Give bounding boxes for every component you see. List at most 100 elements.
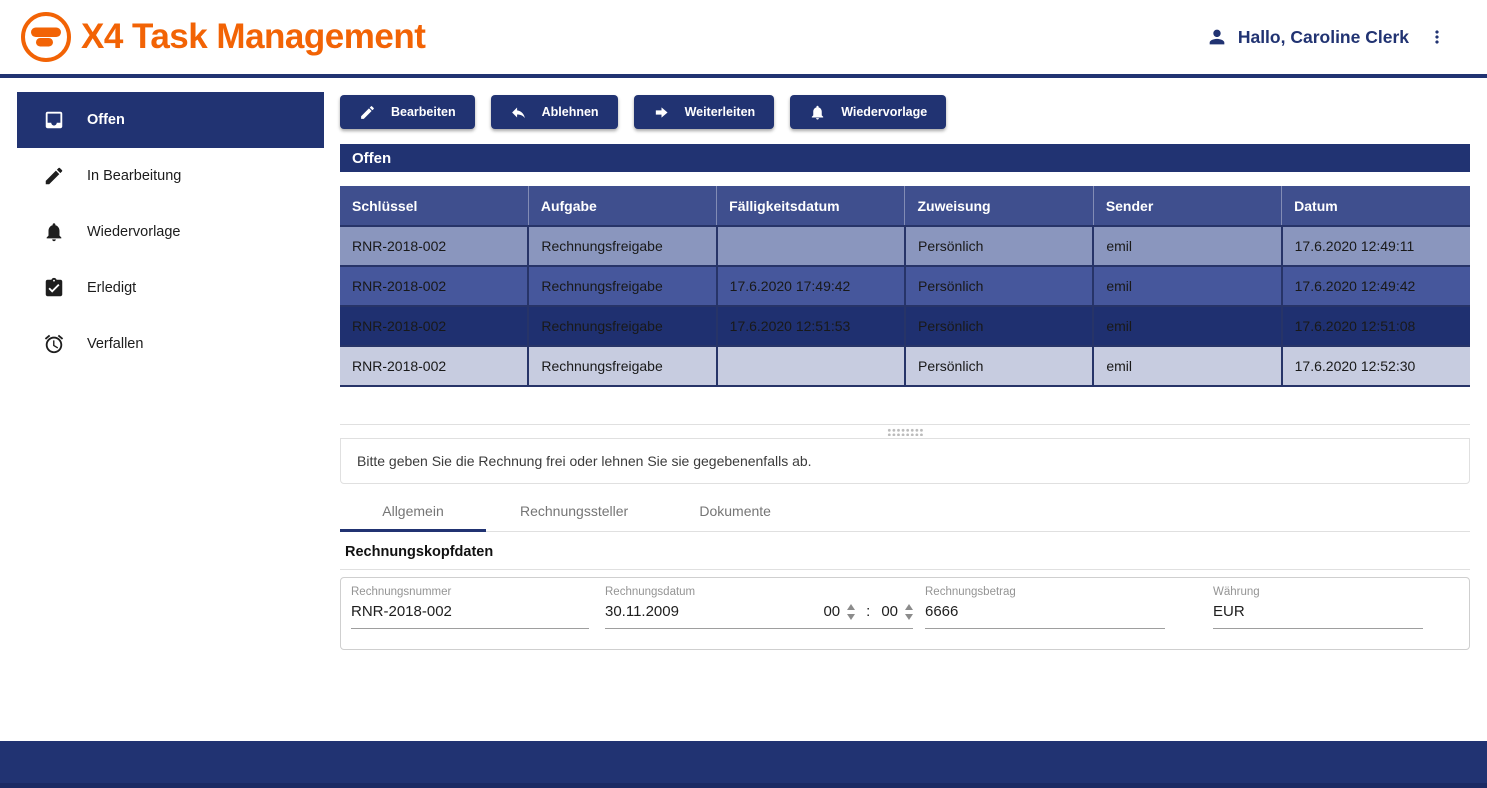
invoice-hour-input[interactable]: 00 (823, 603, 840, 620)
invoice-amount-input[interactable]: 6666 (925, 603, 958, 620)
task-list-title: Offen (340, 144, 1470, 172)
button-label: Ablehnen (542, 105, 599, 119)
invoice-minute-input[interactable]: 00 (881, 603, 898, 620)
column-header-aufgabe[interactable]: Aufgabe (528, 186, 716, 226)
minute-step-down-icon[interactable] (905, 614, 913, 620)
hour-step-down-icon[interactable] (847, 614, 855, 620)
alarm-clock-icon (43, 333, 65, 355)
table-cell: RNR-2018-002 (340, 346, 528, 386)
table-cell: Persönlich (905, 306, 1093, 346)
ablehnen-button[interactable]: Ablehnen (491, 95, 618, 129)
table-cell: RNR-2018-002 (340, 226, 528, 266)
button-label: Bearbeiten (391, 105, 456, 119)
sidebar-item-in-bearbeitung[interactable]: In Bearbeitung (17, 148, 324, 204)
user-greeting: Hallo, Caroline Clerk (1238, 27, 1409, 48)
brand: X4 Task Management (20, 11, 425, 63)
minute-step-up-icon[interactable] (905, 604, 913, 610)
table-header-row: SchlüsselAufgabeFälligkeitsdatumZuweisun… (340, 186, 1470, 226)
table-cell (717, 226, 905, 266)
app-header: X4 Task Management Hallo, Caroline Clerk (0, 0, 1487, 74)
table-cell: 17.6.2020 12:49:11 (1282, 226, 1470, 266)
main-content: Bearbeiten Ablehnen Weiterleiten Wiedervorl… (340, 78, 1470, 741)
currency-input[interactable]: EUR (1213, 603, 1245, 620)
sidebar-item-verfallen[interactable]: Verfallen (17, 316, 324, 372)
tab-rechnungssteller[interactable]: Rechnungssteller (486, 492, 662, 532)
invoice-date-field: Rechnungsdatum 30.11.2009 00 : 00 (605, 586, 913, 629)
pencil-icon (43, 165, 65, 187)
user-area: Hallo, Caroline Clerk (1206, 26, 1447, 48)
invoice-date-label: Rechnungsdatum (605, 586, 913, 603)
button-label: Weiterleiten (685, 105, 756, 119)
button-label: Wiedervorlage (841, 105, 927, 119)
tab-dokumente[interactable]: Dokumente (662, 492, 808, 532)
hour-step-up-icon[interactable] (847, 604, 855, 610)
weiterleiten-button[interactable]: Weiterleiten (634, 95, 775, 129)
column-header-zuweisung[interactable]: Zuweisung (905, 186, 1093, 226)
invoice-number-input[interactable]: RNR-2018-002 (351, 603, 452, 620)
sidebar: Offen In Bearbeitung Wiedervorlage Erledigt… (0, 78, 324, 741)
forward-arrow-icon (653, 104, 670, 121)
task-table: SchlüsselAufgabeFälligkeitsdatumZuweisun… (340, 186, 1470, 387)
sidebar-item-label: In Bearbeitung (87, 168, 181, 184)
bell-icon (43, 221, 65, 243)
currency-field: Währung EUR (1213, 586, 1423, 629)
tab-allgemein[interactable]: Allgemein (340, 492, 486, 532)
table-cell: 17.6.2020 12:51:08 (1282, 306, 1470, 346)
toolbar: Bearbeiten Ablehnen Weiterleiten Wiedervorl… (340, 95, 1470, 129)
table-cell: emil (1093, 346, 1281, 386)
invoice-amount-field: Rechnungsbetrag 6666 (925, 586, 1165, 629)
table-cell: Rechnungsfreigabe (528, 346, 716, 386)
app-logo-icon (20, 11, 72, 63)
task-row[interactable]: RNR-2018-002Rechnungsfreigabe17.6.2020 1… (340, 266, 1470, 306)
invoice-number-field: Rechnungsnummer RNR-2018-002 (351, 586, 589, 629)
sidebar-item-wiedervorlage[interactable]: Wiedervorlage (17, 204, 324, 260)
table-cell: 17.6.2020 17:49:42 (717, 266, 905, 306)
invoice-amount-label: Rechnungsbetrag (925, 586, 1165, 603)
table-cell: RNR-2018-002 (340, 266, 528, 306)
column-header-datum[interactable]: Datum (1282, 186, 1470, 226)
hour-stepper[interactable] (847, 604, 855, 620)
table-cell: Rechnungsfreigabe (528, 266, 716, 306)
table-cell: Rechnungsfreigabe (528, 226, 716, 266)
pencil-icon (359, 104, 376, 121)
table-cell: Rechnungsfreigabe (528, 306, 716, 346)
table-cell: emil (1093, 226, 1281, 266)
message-text: Bitte geben Sie die Rechnung frei oder l… (357, 453, 812, 469)
table-cell: 17.6.2020 12:49:42 (1282, 266, 1470, 306)
section-rule (340, 569, 1470, 570)
reply-arrow-icon (510, 104, 527, 121)
table-cell: emil (1093, 266, 1281, 306)
splitter-handle[interactable] (340, 424, 1470, 438)
table-cell: 17.6.2020 12:52:30 (1282, 346, 1470, 386)
app-window: X4 Task Management Hallo, Caroline Clerk… (0, 0, 1487, 788)
wiedervorlage-button[interactable]: Wiedervorlage (790, 95, 946, 129)
sidebar-item-label: Wiedervorlage (87, 224, 181, 240)
sidebar-item-label: Offen (87, 112, 125, 128)
currency-label: Währung (1213, 586, 1423, 603)
app-footer (0, 741, 1487, 788)
person-icon (1206, 26, 1228, 48)
table-cell: emil (1093, 306, 1281, 346)
table-cell: RNR-2018-002 (340, 306, 528, 346)
invoice-date-input[interactable]: 30.11.2009 (605, 603, 679, 620)
sidebar-item-label: Verfallen (87, 336, 143, 352)
kebab-menu-icon[interactable] (1427, 27, 1447, 47)
time-separator: : (866, 603, 870, 620)
sidebar-item-erledigt[interactable]: Erledigt (17, 260, 324, 316)
sidebar-item-offen[interactable]: Offen (17, 92, 324, 148)
table-cell: Persönlich (905, 226, 1093, 266)
task-row[interactable]: RNR-2018-002RechnungsfreigabePersönliche… (340, 346, 1470, 386)
table-cell: Persönlich (905, 266, 1093, 306)
column-header-faelligkeitsdatum[interactable]: Fälligkeitsdatum (717, 186, 905, 226)
bearbeiten-button[interactable]: Bearbeiten (340, 95, 475, 129)
column-header-sender[interactable]: Sender (1093, 186, 1281, 226)
task-row[interactable]: RNR-2018-002Rechnungsfreigabe Persönliche… (340, 226, 1470, 266)
app-title: X4 Task Management (81, 17, 425, 57)
table-cell: 17.6.2020 12:51:53 (717, 306, 905, 346)
sidebar-item-label: Erledigt (87, 280, 136, 296)
splitter-dots-icon (887, 428, 923, 436)
detail-tabs: AllgemeinRechnungsstellerDokumente (340, 492, 1470, 532)
minute-stepper[interactable] (905, 604, 913, 620)
task-row[interactable]: RNR-2018-002Rechnungsfreigabe17.6.2020 1… (340, 306, 1470, 346)
column-header-schluessel[interactable]: Schlüssel (340, 186, 528, 226)
